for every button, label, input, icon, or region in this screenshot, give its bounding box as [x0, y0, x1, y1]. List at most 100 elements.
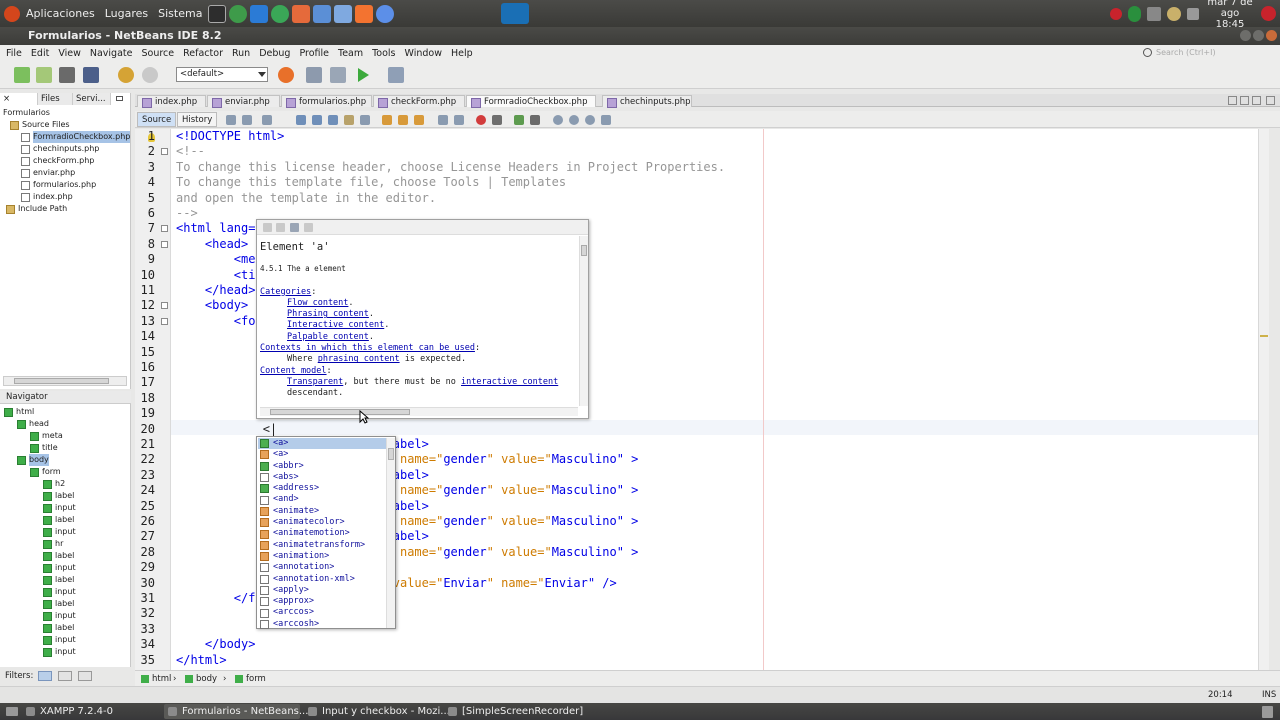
- interactive-content-link[interactable]: interactive content: [461, 377, 558, 387]
- shift-right-icon[interactable]: [454, 115, 464, 125]
- xampp-icon[interactable]: [355, 4, 374, 23]
- close-icon[interactable]: [1266, 30, 1277, 41]
- tab-formradiocheckbox[interactable]: FormradioCheckbox.php: [466, 95, 596, 108]
- breadcrumb-form[interactable]: form: [233, 671, 266, 687]
- navigator-node[interactable]: h2: [4, 478, 76, 490]
- phrasing-content-link[interactable]: phrasing content: [318, 354, 400, 364]
- code-completion-popup[interactable]: <a> <a> <abbr> <abs> <address> <and> <animate>…: [256, 436, 396, 629]
- save-all-icon[interactable]: [83, 67, 99, 83]
- navigator-node[interactable]: label: [4, 598, 76, 610]
- new-project-icon[interactable]: [36, 67, 52, 83]
- tab-chechinputs[interactable]: chechinputs.php: [602, 95, 692, 108]
- monitor-icon[interactable]: [229, 4, 248, 23]
- show-desktop-icon[interactable]: [6, 707, 18, 716]
- source-files-node[interactable]: Source Files: [3, 119, 130, 131]
- find-next-icon[interactable]: [328, 115, 338, 125]
- format-icon[interactable]: [601, 115, 611, 125]
- breadcrumb-body[interactable]: body: [183, 671, 217, 687]
- transparent-link[interactable]: Transparent: [287, 377, 343, 387]
- include-path-node[interactable]: Include Path: [3, 203, 130, 215]
- zoom-reset-icon[interactable]: [585, 115, 595, 125]
- navigator-node[interactable]: label: [4, 622, 76, 634]
- menu-refactor[interactable]: Refactor: [183, 48, 223, 59]
- source-view-button[interactable]: Source: [137, 112, 177, 127]
- undo-icon[interactable]: [118, 67, 134, 83]
- navigator-node[interactable]: body: [4, 454, 76, 466]
- completion-item[interactable]: <a>: [258, 449, 386, 460]
- tab-projects-close[interactable]: ×: [0, 93, 38, 105]
- scroll-thumb[interactable]: [581, 245, 587, 256]
- navigator-node[interactable]: label: [4, 514, 76, 526]
- category-link[interactable]: Flow content: [287, 298, 348, 308]
- tab-enviar[interactable]: enviar.php: [207, 95, 280, 108]
- menu-debug[interactable]: Debug: [259, 48, 290, 59]
- navigator-node[interactable]: input: [4, 610, 76, 622]
- build-icon[interactable]: [306, 67, 322, 83]
- maximize-editor-icon[interactable]: [1266, 96, 1275, 105]
- tab-index[interactable]: index.php: [137, 95, 206, 108]
- volume-icon[interactable]: [1187, 7, 1199, 20]
- clock[interactable]: mar 7 de ago 18:45: [1205, 0, 1255, 30]
- completion-scrollbar[interactable]: [386, 438, 395, 628]
- breadcrumb-html[interactable]: html: [139, 671, 171, 687]
- file-node[interactable]: index.php: [3, 191, 130, 203]
- navigator-node[interactable]: input: [4, 646, 76, 658]
- tab-files[interactable]: Files: [38, 93, 73, 105]
- projects-horizontal-scrollbar[interactable]: [3, 376, 127, 386]
- menu-window[interactable]: Window: [405, 48, 442, 59]
- next-bookmark-icon[interactable]: [398, 115, 408, 125]
- find-icon[interactable]: [296, 115, 306, 125]
- minimize-icon[interactable]: [1240, 30, 1251, 41]
- navigator-node[interactable]: input: [4, 502, 76, 514]
- taskbar-item-xampp[interactable]: XAMPP 7.2.4-0: [22, 704, 113, 719]
- file-node[interactable]: FormradioCheckbox.php: [3, 131, 131, 143]
- chromium-icon[interactable]: [376, 4, 395, 23]
- validate-icon[interactable]: [530, 115, 540, 125]
- file-node[interactable]: checkForm.php: [3, 155, 130, 167]
- forward-icon[interactable]: [262, 115, 272, 125]
- toggle-bookmark-icon[interactable]: [414, 115, 424, 125]
- navigator-node[interactable]: title: [4, 442, 76, 454]
- tab-scroll-right-icon[interactable]: [1240, 96, 1249, 105]
- file-node[interactable]: chechinputs.php: [3, 143, 130, 155]
- menu-lugares[interactable]: Lugares: [105, 7, 148, 20]
- doc-vertical-scrollbar[interactable]: [579, 236, 588, 406]
- debug-icon[interactable]: [388, 67, 404, 83]
- open-project-icon[interactable]: [59, 67, 75, 83]
- completion-item[interactable]: <annotation-xml>: [258, 574, 386, 585]
- box-icon[interactable]: [313, 4, 332, 23]
- menu-profile[interactable]: Profile: [299, 48, 329, 59]
- menu-sistema[interactable]: Sistema: [158, 7, 202, 20]
- completion-item[interactable]: <arccos>: [258, 607, 386, 618]
- fold-toggle-icon[interactable]: [161, 225, 168, 233]
- doc-goto-source-icon[interactable]: [304, 223, 313, 232]
- bluetooth-icon[interactable]: [1128, 5, 1141, 22]
- completion-item[interactable]: <animatecolor>: [258, 517, 386, 528]
- start-macro-icon[interactable]: [476, 115, 486, 125]
- project-node[interactable]: Formularios: [3, 107, 130, 119]
- completion-item[interactable]: <animatetransform>: [258, 540, 386, 551]
- record-icon[interactable]: [1110, 7, 1122, 20]
- navigator-node[interactable]: input: [4, 586, 76, 598]
- doc-open-browser-icon[interactable]: [290, 223, 299, 232]
- back-icon[interactable]: [242, 115, 252, 125]
- fold-toggle-icon[interactable]: [161, 317, 168, 325]
- completion-item[interactable]: <abs>: [258, 472, 386, 483]
- taskbar-item-screenrecorder[interactable]: [SimpleScreenRecorder]: [444, 704, 583, 719]
- scroll-thumb[interactable]: [14, 378, 109, 384]
- navigator-node[interactable]: head: [4, 418, 76, 430]
- tab-formularios[interactable]: formularios.php: [281, 95, 372, 108]
- navigator-node[interactable]: hr: [4, 538, 76, 550]
- content-model-link[interactable]: Content model: [260, 366, 327, 376]
- doc-back-icon[interactable]: [263, 223, 272, 232]
- taskbar-item-firefox[interactable]: Input y checkbox - Mozi...: [304, 704, 450, 719]
- menu-team[interactable]: Team: [338, 48, 363, 59]
- doc-forward-icon[interactable]: [276, 223, 285, 232]
- toggle-highlight-icon[interactable]: [344, 115, 354, 125]
- search-input[interactable]: Search (Ctrl+I): [1142, 46, 1262, 59]
- doc-horizontal-scrollbar[interactable]: [260, 407, 578, 416]
- ubuntu-logo-icon[interactable]: [4, 5, 20, 22]
- completion-item[interactable]: <animatemotion>: [258, 528, 386, 539]
- navigator-node[interactable]: html: [4, 406, 76, 418]
- navigator-node[interactable]: form: [4, 466, 76, 478]
